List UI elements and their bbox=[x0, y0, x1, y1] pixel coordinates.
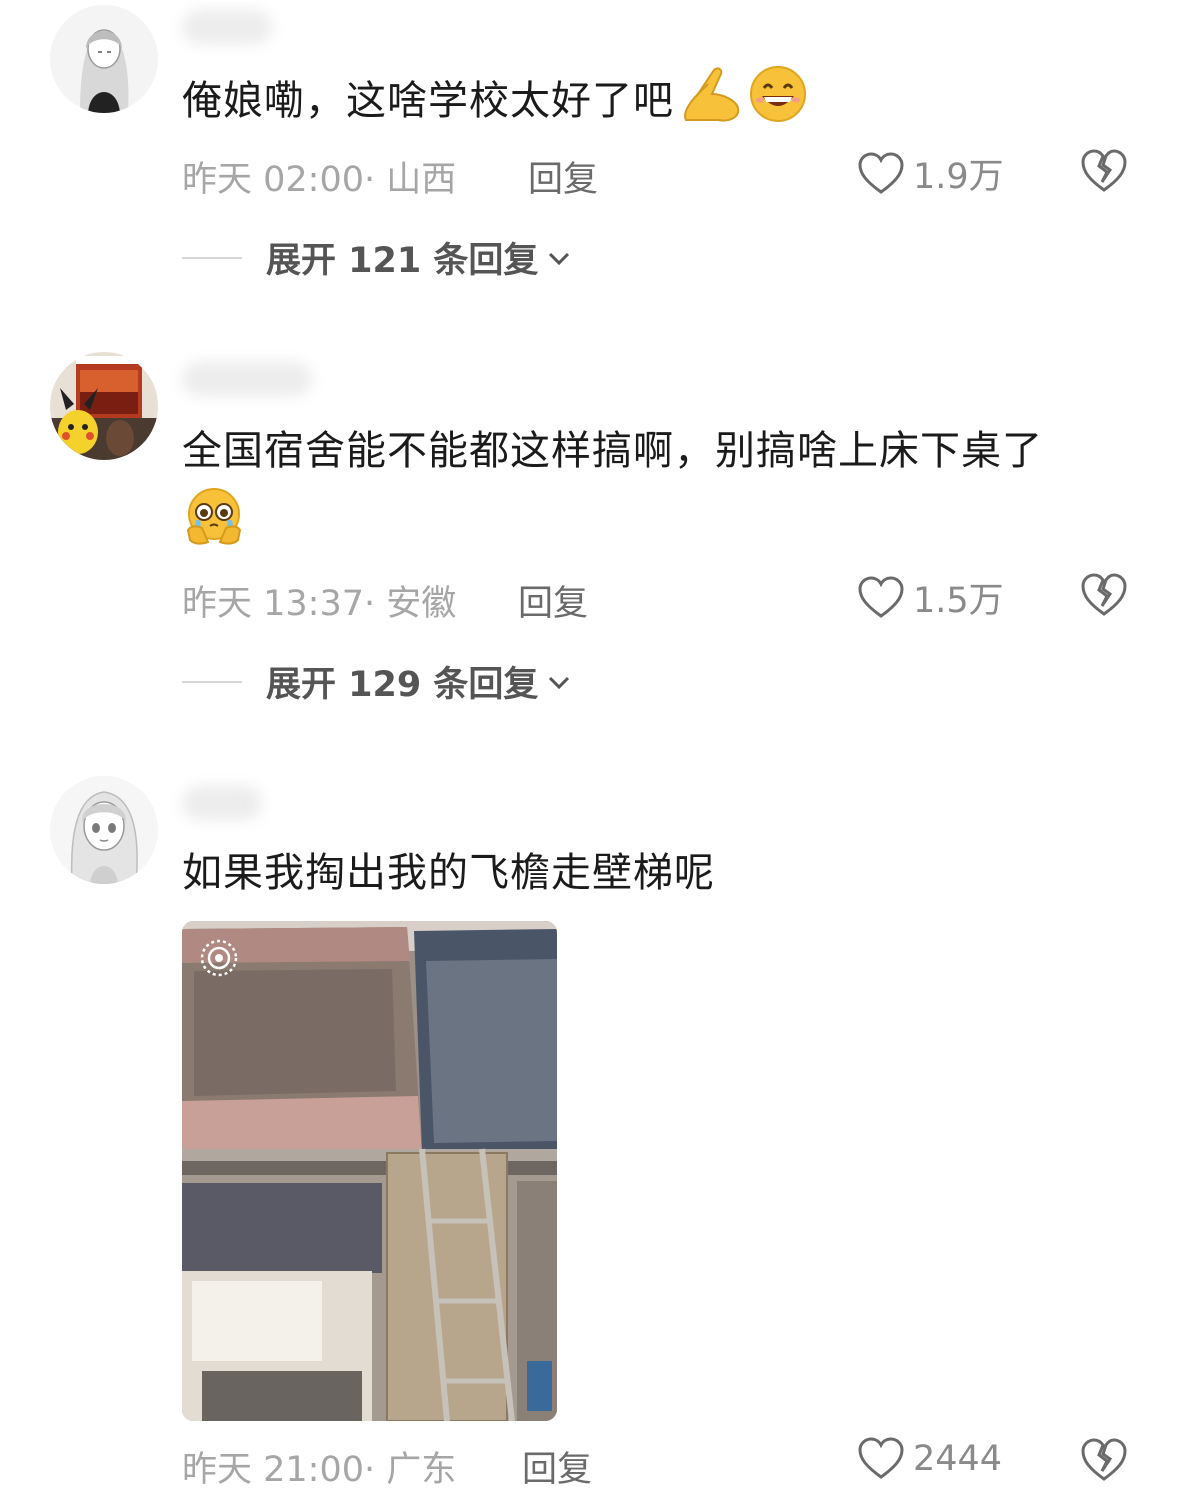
comment-emoji-line bbox=[182, 486, 246, 558]
like-button[interactable]: 1.5万 bbox=[857, 572, 1004, 623]
like-count: 1.5万 bbox=[913, 581, 1004, 621]
dorm-bunk-photo bbox=[182, 921, 557, 1421]
broken-heart-icon bbox=[1081, 149, 1127, 192]
expand-replies[interactable]: 展开 121 条回复 bbox=[182, 232, 572, 283]
dislike-button[interactable] bbox=[1080, 572, 1128, 618]
dislike-button[interactable] bbox=[1080, 148, 1128, 194]
reply-button[interactable]: 回复 bbox=[522, 1441, 592, 1492]
grinning-face-emoji bbox=[746, 64, 810, 124]
username-blurred[interactable] bbox=[182, 786, 262, 820]
folded-hands-emoji bbox=[678, 64, 742, 124]
comment-text: 全国宿舍能不能都这样搞啊，别搞啥上床下桌了 bbox=[182, 428, 1043, 474]
divider bbox=[182, 256, 242, 259]
comment-photo[interactable] bbox=[182, 921, 557, 1421]
heart-outline-icon bbox=[858, 1437, 904, 1479]
username-blurred[interactable] bbox=[182, 10, 272, 44]
like-count: 2444 bbox=[913, 1439, 1003, 1479]
like-button[interactable]: 1.9万 bbox=[857, 148, 1004, 199]
broken-heart-icon bbox=[1081, 1438, 1127, 1481]
expand-replies[interactable]: 展开 129 条回复 bbox=[182, 656, 572, 707]
divider bbox=[182, 680, 242, 683]
reply-button[interactable]: 回复 bbox=[528, 151, 598, 202]
like-count: 1.9万 bbox=[913, 157, 1004, 197]
live-photo-icon[interactable] bbox=[198, 937, 240, 979]
comment-text: 如果我掏出我的飞檐走壁梯呢 bbox=[182, 850, 715, 896]
comment-meta: 昨天 13:37· 安徽 bbox=[182, 584, 457, 624]
comment-meta: 昨天 02:00· 山西 bbox=[182, 160, 457, 200]
comment-1: 俺娘嘞，这啥学校太好了吧 昨天 02:00· 山西 回复 1.9万 展开 121… bbox=[0, 0, 1179, 300]
avatar[interactable] bbox=[50, 352, 158, 460]
comment-meta: 昨天 21:00· 广东 bbox=[182, 1450, 457, 1490]
chevron-down-icon bbox=[549, 252, 570, 265]
pleading-face-emoji bbox=[182, 486, 246, 546]
chevron-down-icon bbox=[549, 676, 570, 689]
heart-outline-icon bbox=[858, 575, 904, 618]
avatar[interactable] bbox=[50, 5, 158, 113]
comment-text: 俺娘嘞，这啥学校太好了吧 bbox=[182, 64, 810, 136]
dislike-button[interactable] bbox=[1080, 1437, 1128, 1483]
heart-outline-icon bbox=[858, 151, 904, 194]
reply-button[interactable]: 回复 bbox=[518, 575, 588, 626]
like-button[interactable]: 2444 bbox=[857, 1437, 1002, 1481]
avatar[interactable] bbox=[50, 776, 158, 884]
username-blurred[interactable] bbox=[182, 362, 312, 396]
broken-heart-icon bbox=[1081, 573, 1127, 616]
